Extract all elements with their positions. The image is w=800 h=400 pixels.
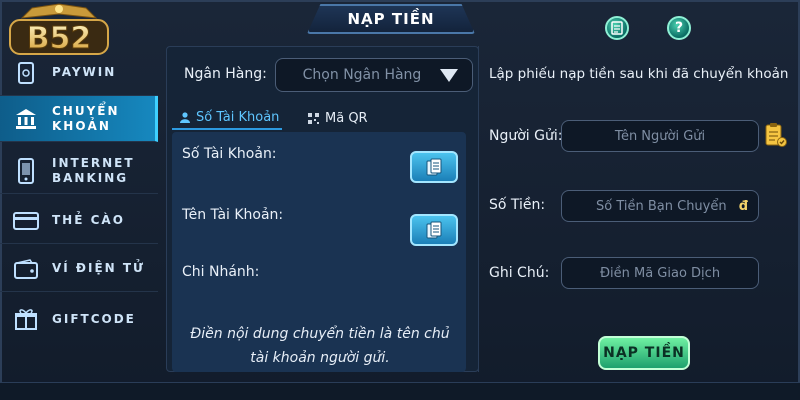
tab-ma-qr[interactable]: Mã QR xyxy=(308,106,388,130)
sidebar-item-label: PAYWIN xyxy=(52,65,117,79)
bank-icon xyxy=(12,105,40,133)
form-intro: Lập phiếu nạp tiền sau khi đã chuyển kho… xyxy=(489,66,789,82)
note-placeholder: Điền Mã Giao Dịch xyxy=(599,265,721,281)
sidebar-item-label: GIFTCODE xyxy=(52,311,136,326)
amount-label: Số Tiền: xyxy=(489,197,546,213)
amount-placeholder: Số Tiền Bạn Chuyển xyxy=(596,198,727,214)
branch-label: Chi Nhánh: xyxy=(182,264,260,280)
bank-label: Ngân Hàng: xyxy=(184,66,267,82)
title-tab: NẠP TIỀN xyxy=(307,4,475,34)
sender-label: Người Gửi: xyxy=(489,128,563,144)
sidebar-item-vi-dien-tu[interactable]: VÍ ĐIỆN TỬ xyxy=(0,246,158,292)
page-title: NẠP TIỀN xyxy=(347,10,435,28)
history-icon[interactable] xyxy=(605,16,629,40)
tab-so-tai-khoan[interactable]: Số Tài Khoản xyxy=(172,106,282,130)
sidebar-item-label: VÍ ĐIỆN TỬ xyxy=(52,261,146,275)
currency-symbol: đ xyxy=(738,198,748,214)
gift-icon xyxy=(12,305,40,333)
phone-icon xyxy=(12,157,40,185)
sidebar-item-paywin[interactable]: PAYWIN xyxy=(0,50,158,96)
transaction-code-input[interactable]: Điền Mã Giao Dịch xyxy=(561,257,759,289)
copy-account-number-button[interactable] xyxy=(410,151,458,183)
sidebar-item-label: INTERNET BANKING xyxy=(52,155,135,185)
sidebar-item-giftcode[interactable]: GIFTCODE xyxy=(0,296,158,342)
user-icon xyxy=(180,111,190,123)
account-name-label: Tên Tài Khoản: xyxy=(182,207,284,223)
sidebar-item-the-cao[interactable]: THẺ CÀO xyxy=(0,198,158,244)
wallet-icon xyxy=(12,255,40,283)
bottom-bar xyxy=(0,382,800,400)
clipboard-icon[interactable] xyxy=(764,122,788,148)
transfer-note: Điền nội dung chuyển tiền là tên chủ tài… xyxy=(190,326,450,366)
sidebar: PAYWIN CHUYỂN KHOẢN INTERNET BANKING THẺ… xyxy=(0,50,160,350)
copy-icon xyxy=(426,158,442,176)
account-number-label: Số Tài Khoản: xyxy=(182,146,277,162)
bank-select-placeholder: Chọn Ngân Hàng xyxy=(302,67,422,83)
submit-label: NẠP TIỀN xyxy=(603,345,685,361)
sidebar-item-label: THẺ CÀO xyxy=(52,213,125,227)
note-label: Ghi Chú: xyxy=(489,265,550,281)
card-icon xyxy=(12,207,40,235)
sender-placeholder: Tên Người Gửi xyxy=(614,128,706,144)
qr-icon xyxy=(308,112,319,124)
chevron-down-icon xyxy=(440,69,458,82)
sender-input[interactable]: Tên Người Gửi xyxy=(561,120,759,152)
help-icon[interactable]: ? xyxy=(667,16,691,40)
tab-label: Số Tài Khoản xyxy=(196,109,280,125)
tab-label: Mã QR xyxy=(325,110,368,126)
copy-icon xyxy=(426,221,442,239)
amount-input[interactable]: Số Tiền Bạn Chuyển đ xyxy=(561,190,759,222)
sidebar-item-label: CHUYỂN KHOẢN xyxy=(52,103,120,133)
sidebar-item-chuyen-khoan[interactable]: CHUYỂN KHOẢN xyxy=(0,96,158,142)
copy-account-name-button[interactable] xyxy=(410,214,458,246)
sidebar-item-internet-banking[interactable]: INTERNET BANKING xyxy=(0,148,158,194)
bank-select[interactable]: Chọn Ngân Hàng xyxy=(275,58,473,92)
submit-deposit-button[interactable]: NẠP TIỀN xyxy=(598,336,690,370)
paywin-icon xyxy=(12,59,40,87)
